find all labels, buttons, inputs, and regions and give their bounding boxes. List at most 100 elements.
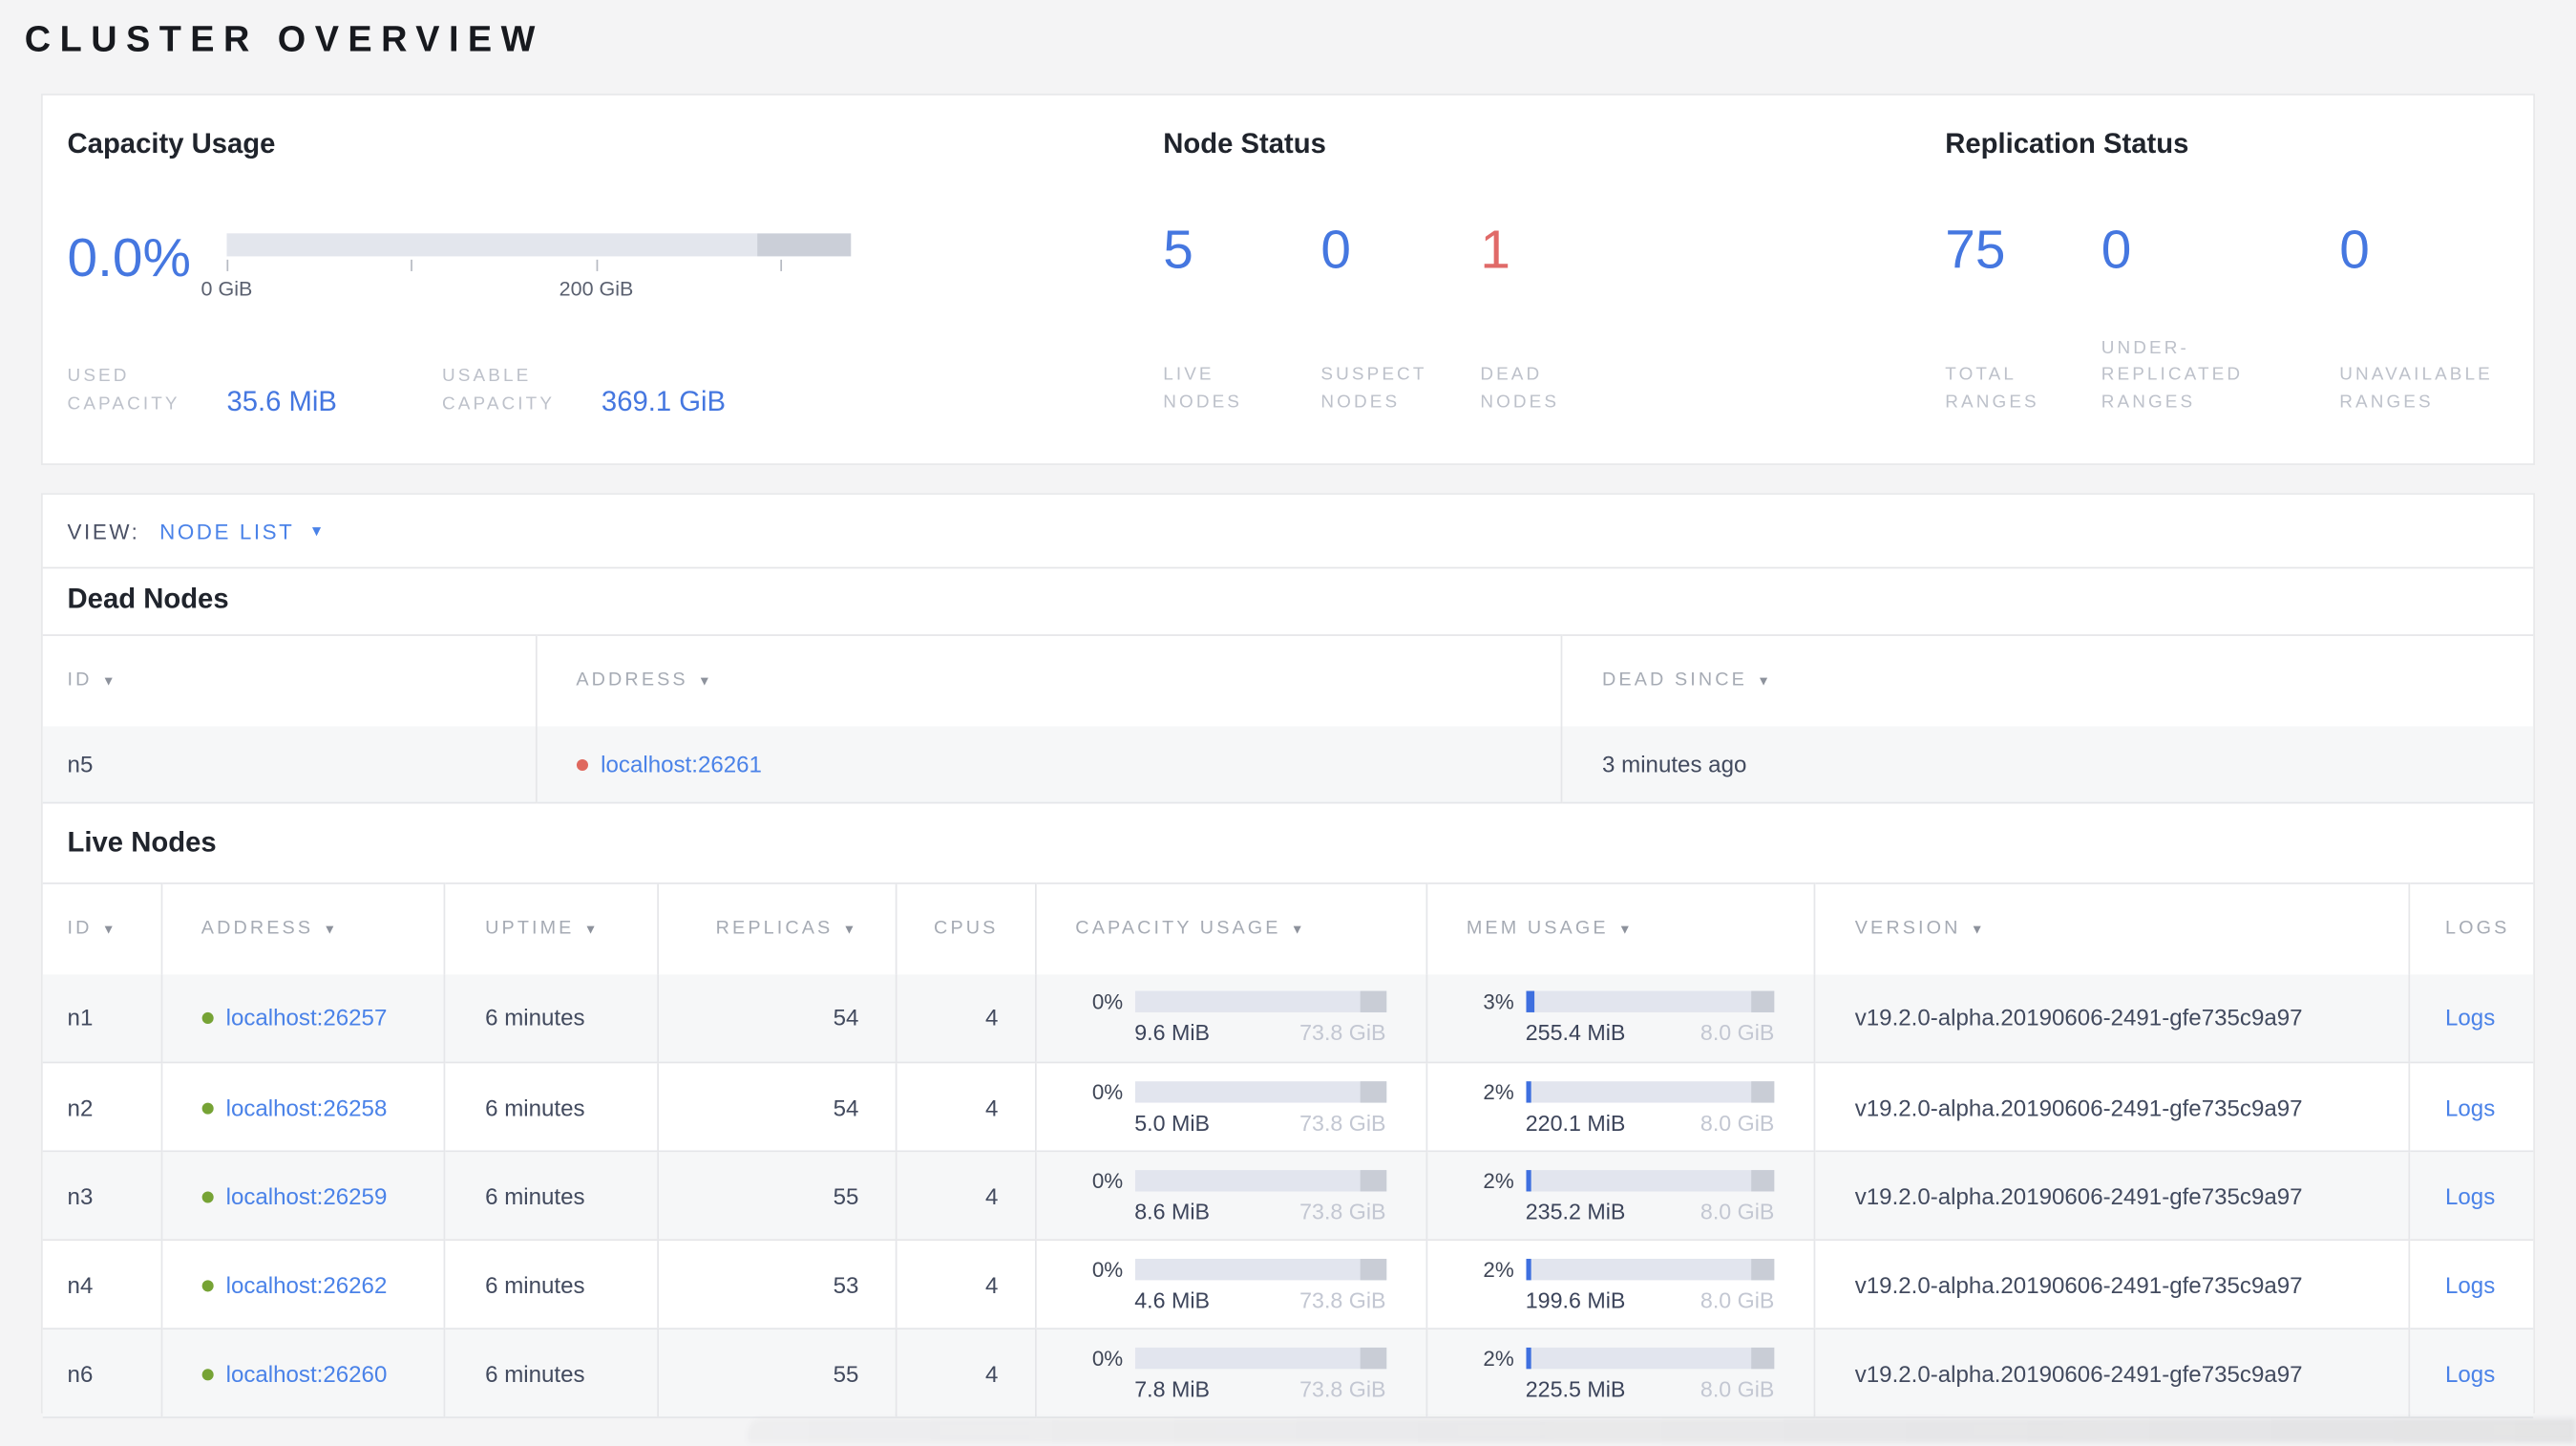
node-status-stats: 5 LIVE NODES 0 SUSPECT NODES 1 DEAD NODE… xyxy=(1163,218,1644,416)
replicas-cell: 54 xyxy=(657,973,897,1064)
window-shadow xyxy=(747,1417,2576,1443)
replicas-cell: 55 xyxy=(657,1329,897,1418)
node-address-link[interactable]: localhost:26261 xyxy=(601,751,762,777)
node-address-cell: localhost:26261 xyxy=(535,725,1562,804)
table-row: n1 localhost:26257 6 minutes 54 4 0% 9.6… xyxy=(42,973,2534,1064)
table-row: n4 localhost:26262 6 minutes 53 4 0% 4.6… xyxy=(42,1240,2534,1330)
uptime-cell: 6 minutes xyxy=(444,1062,658,1153)
live-col-logs[interactable]: LOGS xyxy=(2409,882,2534,974)
sort-arrow-icon: ▼ xyxy=(1757,673,1774,690)
live-col-replicas[interactable]: REPLICAS ▼ xyxy=(657,882,897,974)
view-bar: VIEW: NODE LIST ▼ xyxy=(42,495,2534,569)
live-col-capacity-usage[interactable]: CAPACITY USAGE ▼ xyxy=(1034,882,1426,974)
logs-link[interactable]: Logs xyxy=(2445,1360,2495,1387)
sort-arrow-icon: ▼ xyxy=(583,922,601,938)
usable-capacity-value: 369.1 GiB xyxy=(601,386,727,418)
live-status-dot-icon xyxy=(201,1279,213,1291)
live-col-version[interactable]: VERSION ▼ xyxy=(1813,882,2411,974)
node-address-cell: localhost:26262 xyxy=(159,1240,445,1330)
node-id-cell: n4 xyxy=(42,1240,161,1330)
node-list-card: VIEW: NODE LIST ▼ Dead Nodes ID ▼ ADDRESS… xyxy=(41,493,2535,1418)
node-address-link[interactable]: localhost:26259 xyxy=(226,1182,388,1209)
capacity-usage-cell: 0% 4.6 MiB 73.8 GiB xyxy=(1034,1240,1426,1330)
live-nodes-stat: 5 LIVE NODES xyxy=(1163,220,1320,416)
dead-col-id[interactable]: ID ▼ xyxy=(42,634,537,726)
view-mode-selected: NODE LIST xyxy=(159,518,295,543)
sort-arrow-icon: ▼ xyxy=(1290,922,1307,938)
memory-bar xyxy=(1525,1080,1775,1102)
used-capacity-label: USED CAPACITY xyxy=(67,366,180,414)
axis-tick-label: 0 GiB xyxy=(201,277,253,301)
replicas-cell: 53 xyxy=(657,1240,897,1330)
logs-link[interactable]: Logs xyxy=(2445,1182,2495,1209)
node-address-cell: localhost:26257 xyxy=(159,973,445,1064)
dead-nodes-header-row: ID ▼ ADDRESS ▼ DEAD SINCE ▼ xyxy=(42,634,2534,726)
sort-arrow-icon: ▼ xyxy=(842,922,859,938)
cpus-cell: 4 xyxy=(895,1240,1036,1330)
capacity-bar xyxy=(1134,990,1386,1013)
node-address-link[interactable]: localhost:26257 xyxy=(226,1005,388,1031)
live-col-mem-usage[interactable]: MEM USAGE ▼ xyxy=(1425,882,1815,974)
mem-usage-cell: 3% 255.4 MiB 8.0 GiB xyxy=(1425,973,1815,1064)
node-address-link[interactable]: localhost:26258 xyxy=(226,1094,388,1120)
axis-tick xyxy=(411,259,413,271)
logs-link[interactable]: Logs xyxy=(2445,1005,2495,1031)
table-row: n5 localhost:26261 3 minutes ago xyxy=(42,725,2534,804)
dead-nodes-label: DEAD NODES xyxy=(1480,364,1560,413)
unavailable-ranges-label: UNAVAILABLE RANGES xyxy=(2339,364,2493,413)
dead-nodes-table: ID ▼ ADDRESS ▼ DEAD SINCE ▼ n5 localhost:26… xyxy=(42,634,2534,804)
axis-tick xyxy=(781,259,783,271)
live-nodes-table: ID ▼ ADDRESS ▼ UPTIME ▼ REPLICAS ▼ CPUS CAPA… xyxy=(42,882,2534,1418)
axis-tick xyxy=(596,259,599,271)
mem-usage-cell: 2% 199.6 MiB 8.0 GiB xyxy=(1425,1240,1815,1330)
dead-col-address[interactable]: ADDRESS ▼ xyxy=(535,634,1562,726)
live-col-address[interactable]: ADDRESS ▼ xyxy=(159,882,445,974)
version-cell: v19.2.0-alpha.20190606-2491-gfe735c9a97 xyxy=(1813,1151,2411,1242)
under-replicated-ranges-label: UNDER- REPLICATED RANGES xyxy=(2101,337,2244,413)
dead-nodes-stat: 1 DEAD NODES xyxy=(1480,218,1644,416)
live-col-id[interactable]: ID ▼ xyxy=(42,882,161,974)
node-status-title: Node Status xyxy=(1163,128,1326,159)
view-mode-dropdown[interactable]: NODE LIST ▼ xyxy=(159,519,324,543)
capacity-bar xyxy=(1134,1347,1386,1369)
memory-bar xyxy=(1525,1347,1775,1369)
total-ranges-stat: 75 TOTAL RANGES xyxy=(1945,220,2101,416)
memory-bar xyxy=(1525,1169,1775,1191)
node-address-link[interactable]: localhost:26262 xyxy=(226,1271,388,1298)
cluster-overview-page: CLUSTER OVERVIEW Capacity Usage 0.0% 0 G… xyxy=(0,0,2576,1446)
logs-cell: Logs xyxy=(2409,1329,2534,1418)
mem-usage-cell: 2% 235.2 MiB 8.0 GiB xyxy=(1425,1151,1815,1242)
dead-nodes-heading: Dead Nodes xyxy=(67,583,229,615)
live-nodes-label: LIVE NODES xyxy=(1163,364,1243,413)
node-address-cell: localhost:26260 xyxy=(159,1329,445,1418)
capacity-usage-title: Capacity Usage xyxy=(67,128,276,159)
logs-link[interactable]: Logs xyxy=(2445,1271,2495,1298)
live-nodes-header-row: ID ▼ ADDRESS ▼ UPTIME ▼ REPLICAS ▼ CPUS CAPA… xyxy=(42,882,2534,974)
cpus-cell: 4 xyxy=(895,1062,1036,1153)
dead-col-dead-since[interactable]: DEAD SINCE ▼ xyxy=(1561,634,2534,726)
table-row: n3 localhost:26259 6 minutes 55 4 0% 8.6… xyxy=(42,1151,2534,1242)
chevron-down-icon: ▼ xyxy=(308,522,325,540)
replicas-cell: 55 xyxy=(657,1151,897,1242)
logs-link[interactable]: Logs xyxy=(2445,1094,2495,1120)
node-address-link[interactable]: localhost:26260 xyxy=(226,1360,388,1387)
version-cell: v19.2.0-alpha.20190606-2491-gfe735c9a97 xyxy=(1813,1240,2411,1330)
capacity-bar xyxy=(1134,1080,1386,1102)
cpus-cell: 4 xyxy=(895,1151,1036,1242)
live-col-uptime[interactable]: UPTIME ▼ xyxy=(444,882,658,974)
summary-card: Capacity Usage 0.0% 0 GiB 200 GiB USED C… xyxy=(41,94,2535,465)
suspect-nodes-label: SUSPECT NODES xyxy=(1320,364,1427,413)
live-status-dot-icon xyxy=(201,1368,213,1380)
dead-status-dot-icon xyxy=(576,758,588,771)
replication-status-title: Replication Status xyxy=(1945,128,2189,159)
suspect-nodes-count: 0 xyxy=(1320,218,1352,280)
live-col-cpus[interactable]: CPUS xyxy=(895,882,1036,974)
total-ranges-label: TOTAL RANGES xyxy=(1945,364,2039,413)
cpus-cell: 4 xyxy=(895,973,1036,1064)
dead-nodes-count: 1 xyxy=(1480,218,1510,280)
table-row: n2 localhost:26258 6 minutes 54 4 0% 5.0… xyxy=(42,1062,2534,1153)
suspect-nodes-stat: 0 SUSPECT NODES xyxy=(1320,218,1480,416)
cpus-cell: 4 xyxy=(895,1329,1036,1418)
unavailable-ranges-count: 0 xyxy=(2339,218,2370,280)
sort-arrow-icon: ▼ xyxy=(1617,922,1635,938)
